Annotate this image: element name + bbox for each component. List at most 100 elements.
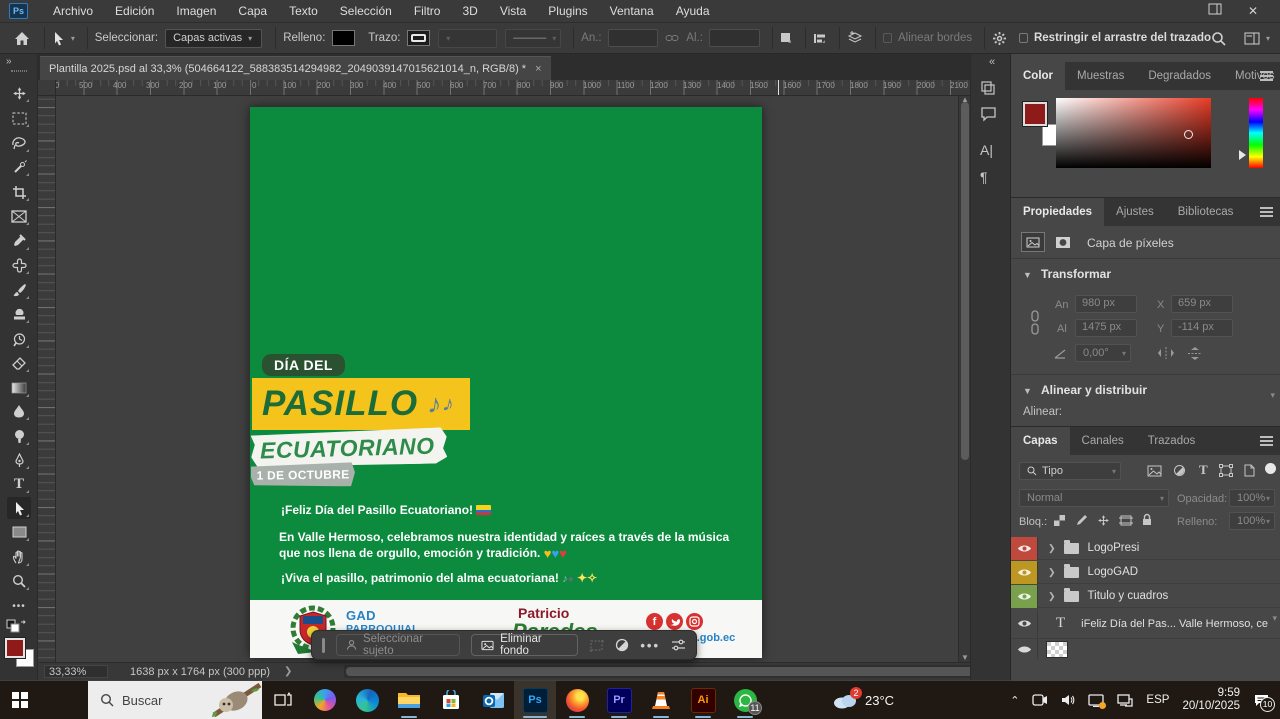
- flip-horizontal-icon[interactable]: [1157, 346, 1175, 360]
- y-value-field[interactable]: -114 px: [1171, 319, 1233, 337]
- foreground-color-swatch[interactable]: [5, 638, 25, 658]
- menu-seleccion[interactable]: Selección: [329, 0, 403, 22]
- tab-degradados[interactable]: Degradados: [1136, 62, 1223, 90]
- stroke-swatch[interactable]: [407, 30, 430, 46]
- clone-stamp-tool[interactable]: [7, 303, 31, 325]
- photoshop-taskbar-icon[interactable]: Ps: [514, 681, 556, 719]
- width-value-field[interactable]: 980 px: [1075, 295, 1137, 313]
- filter-toggle[interactable]: [1265, 463, 1276, 474]
- vertical-scroll-thumb[interactable]: [961, 102, 969, 460]
- whatsapp-icon[interactable]: 11: [724, 681, 766, 719]
- start-button[interactable]: [0, 681, 40, 719]
- filter-shape-layers-icon[interactable]: [1219, 464, 1233, 477]
- layer-row-titulo[interactable]: ❯ Titulo y cuadros: [1011, 585, 1280, 608]
- panel-menu-icon[interactable]: [1260, 71, 1273, 81]
- frame-tool[interactable]: [7, 205, 31, 227]
- document-tab[interactable]: Plantilla 2025.psd al 33,3% (504664122_5…: [40, 56, 551, 80]
- menu-imagen[interactable]: Imagen: [165, 0, 227, 22]
- menu-ayuda[interactable]: Ayuda: [665, 0, 721, 22]
- tab-color[interactable]: Color: [1011, 62, 1065, 90]
- vertical-scrollbar[interactable]: ▲ ▼: [958, 96, 970, 662]
- horizontal-ruler[interactable]: 600 500 400 300 200 100 0 100 200 300 40…: [38, 80, 970, 96]
- close-tab-icon[interactable]: ×: [535, 63, 541, 75]
- collapse-chevron-icon[interactable]: ▼: [1023, 386, 1032, 396]
- marquee-tool[interactable]: [7, 107, 31, 129]
- network-icon[interactable]: [1117, 694, 1133, 707]
- layer-thumbnail[interactable]: [1046, 641, 1068, 658]
- hue-slider[interactable]: [1249, 98, 1263, 168]
- select-subject-button[interactable]: Seleccionar sujeto: [336, 634, 460, 656]
- layer-name[interactable]: iFeliz Día del Pas... Valle Hermoso, ce: [1081, 618, 1268, 630]
- canvas-area[interactable]: DÍA DEL PASILLO ♪ ♪ ECUATORIANO 1 DE OCT…: [56, 96, 958, 662]
- menu-edicion[interactable]: Edición: [104, 0, 165, 22]
- menu-archivo[interactable]: Archivo: [42, 0, 104, 22]
- character-panel-icon[interactable]: A|: [980, 142, 993, 158]
- window-layout-icon[interactable]: [1208, 3, 1222, 15]
- angle-field[interactable]: 0,00°: [1075, 344, 1131, 362]
- filter-adjustment-layers-icon[interactable]: [1173, 464, 1186, 477]
- default-colors-icon[interactable]: [6, 619, 28, 635]
- visibility-toggle[interactable]: [1011, 537, 1038, 560]
- layer-row-text[interactable]: T iFeliz Día del Pas... Valle Hermoso, c…: [1011, 609, 1280, 639]
- lock-artboard-icon[interactable]: [1119, 514, 1133, 527]
- tab-capas[interactable]: Capas: [1011, 427, 1070, 455]
- stroke-width-dropdown[interactable]: [438, 29, 497, 48]
- visibility-toggle[interactable]: [1011, 609, 1038, 639]
- menu-filtro[interactable]: Filtro: [403, 0, 452, 22]
- filter-smart-objects-icon[interactable]: [1243, 464, 1255, 477]
- filter-type-layers-icon[interactable]: T: [1199, 462, 1208, 478]
- zoom-tool[interactable]: [7, 570, 31, 592]
- link-dimensions-icon[interactable]: [665, 34, 679, 42]
- height-value-field[interactable]: 1475 px: [1075, 319, 1137, 337]
- collapse-panels-icon[interactable]: «: [989, 56, 995, 68]
- color-picker-ring[interactable]: [1184, 130, 1193, 139]
- restringir-checkbox[interactable]: [1019, 33, 1028, 43]
- scroll-chevron-icon[interactable]: ▾: [1270, 390, 1275, 401]
- group-expand-chevron[interactable]: ❯: [1048, 591, 1056, 602]
- path-selection-tool[interactable]: [7, 497, 31, 519]
- link-dimensions-icon[interactable]: [1029, 310, 1041, 336]
- quick-selection-tool[interactable]: [7, 156, 31, 178]
- x-value-field[interactable]: 659 px: [1171, 295, 1233, 313]
- volume-icon[interactable]: [1061, 694, 1075, 706]
- panel-menu-icon[interactable]: [1260, 207, 1273, 217]
- layer-row-logopresi[interactable]: ❯ LogoPresi: [1011, 537, 1280, 560]
- crop-tool[interactable]: [7, 181, 31, 203]
- hue-slider-arrow[interactable]: [1239, 150, 1246, 160]
- history-panel-icon[interactable]: [980, 80, 996, 96]
- document-canvas[interactable]: DÍA DEL PASILLO ♪ ♪ ECUATORIANO 1 DE OCT…: [250, 107, 762, 658]
- illustrator-icon[interactable]: Ai: [682, 681, 724, 719]
- menu-3d[interactable]: 3D: [451, 0, 488, 22]
- panel-menu-icon[interactable]: [1260, 436, 1273, 446]
- ruler-corner[interactable]: [38, 80, 56, 96]
- type-tool[interactable]: T: [7, 473, 31, 495]
- vlc-icon[interactable]: [640, 681, 682, 719]
- task-view-button[interactable]: [262, 681, 304, 719]
- menu-capa[interactable]: Capa: [227, 0, 278, 22]
- tab-bibliotecas[interactable]: Bibliotecas: [1166, 198, 1246, 226]
- horizontal-scrollbar[interactable]: [344, 665, 992, 678]
- mask-properties-icon[interactable]: [1051, 232, 1075, 252]
- blend-mode-dropdown[interactable]: Normal: [1019, 489, 1169, 507]
- status-chevron-icon[interactable]: ❯: [284, 666, 292, 677]
- fill-field[interactable]: 100%: [1229, 512, 1275, 530]
- lock-pixels-icon[interactable]: [1075, 514, 1088, 527]
- stroke-type-dropdown[interactable]: ———: [505, 29, 561, 48]
- remove-background-button[interactable]: Eliminar fondo: [471, 634, 578, 656]
- tray-overflow-icon[interactable]: ⌃: [1010, 694, 1019, 707]
- visibility-toggle[interactable]: [1011, 585, 1038, 608]
- lock-position-icon[interactable]: [1097, 514, 1110, 527]
- workspace-switcher-icon[interactable]: [1244, 32, 1260, 45]
- tab-canales[interactable]: Canales: [1070, 427, 1136, 455]
- scroll-chevron-icon[interactable]: ▾: [1272, 613, 1277, 624]
- tab-ajustes[interactable]: Ajustes: [1104, 198, 1166, 226]
- color-swatches[interactable]: [5, 638, 35, 668]
- fill-swatch[interactable]: [332, 30, 355, 46]
- adjustments-icon[interactable]: [615, 638, 629, 652]
- alinear-bordes-checkbox[interactable]: [883, 33, 892, 43]
- taskbar-clock[interactable]: 9:59 20/10/2025: [1182, 687, 1240, 713]
- shape-width-field[interactable]: [608, 29, 659, 47]
- lasso-tool[interactable]: [7, 132, 31, 154]
- comments-panel-icon[interactable]: [980, 106, 997, 122]
- language-indicator[interactable]: ESP: [1146, 694, 1169, 706]
